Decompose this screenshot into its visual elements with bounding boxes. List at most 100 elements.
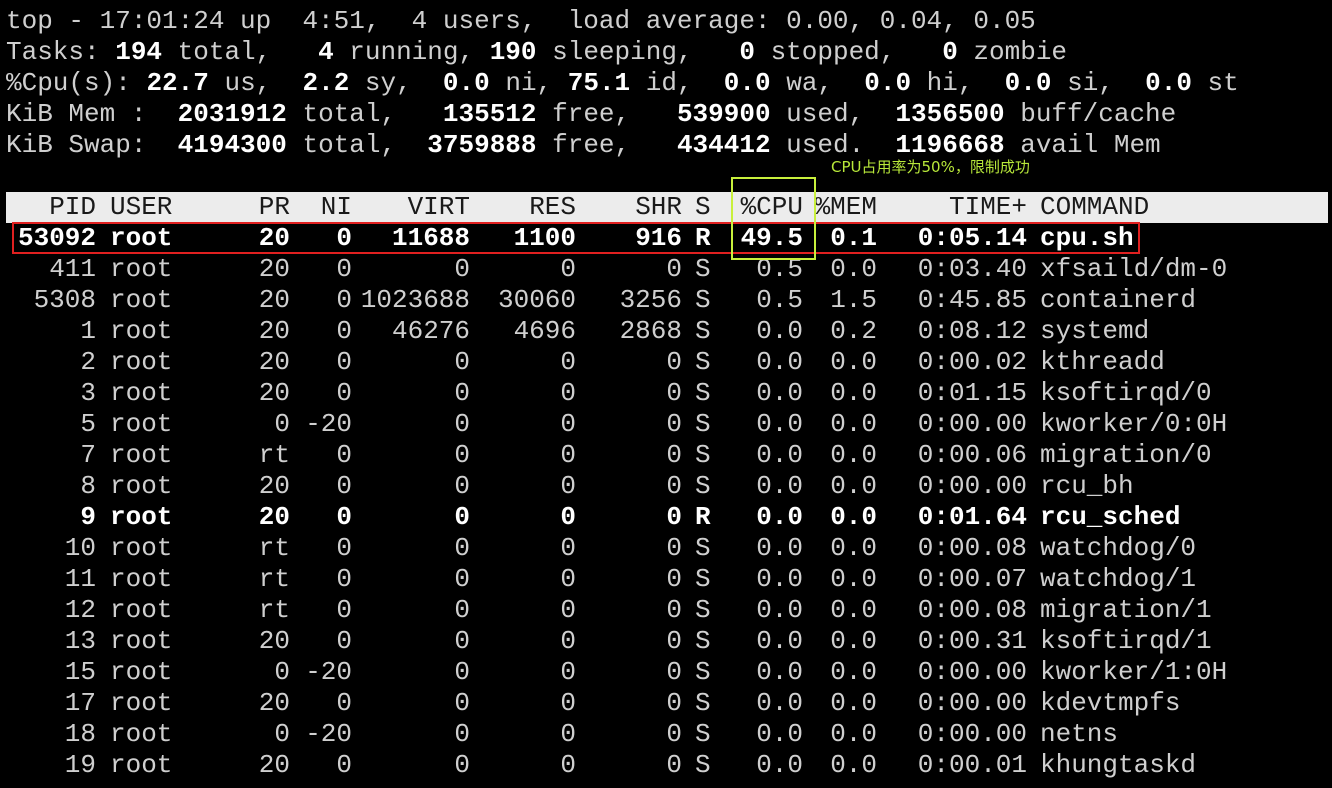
cell-shr: 0	[666, 471, 682, 501]
cell-user: root	[110, 471, 173, 501]
cell-virt: 0	[454, 626, 470, 656]
mem-text: buff/cache	[1004, 99, 1177, 129]
process-row[interactable]: 8 root 20 0 0 0 0 S 0.0 0.0 0:00.00 rcu_bh	[0, 471, 1332, 502]
cpu-text: si,	[1051, 68, 1146, 98]
cell-priority: 20	[258, 471, 290, 501]
col-shr[interactable]: SHR	[576, 192, 682, 223]
cell-command: rcu_sched	[1040, 502, 1181, 532]
cell-res: 0	[560, 378, 576, 408]
cell-shr: 0	[666, 440, 682, 470]
process-row[interactable]: 7 root rt 0 0 0 0 S 0.0 0.0 0:00.06 migration/0	[0, 440, 1332, 471]
cell-res: 4696	[513, 316, 576, 346]
process-row[interactable]: 411 root 20 0 0 0 0 S 0.5 0.0 0:03.40 xfsaild/dm-0	[0, 254, 1332, 285]
cell-nice: 0	[336, 595, 352, 625]
cell-user: root	[110, 347, 173, 377]
process-row[interactable]: 19 root 20 0 0 0 0 S 0.0 0.0 0:00.01 khungtaskd	[0, 750, 1332, 781]
cell-command: watchdog/1	[1040, 564, 1197, 594]
process-row[interactable]: 9 root 20 0 0 0 0 R 0.0 0.0 0:01.64 rcu_sched	[0, 502, 1332, 533]
cell-shr: 0	[666, 657, 682, 687]
cell-command: kworker/1:0H	[1040, 657, 1228, 687]
cell-user: root	[110, 719, 173, 749]
process-row[interactable]: 5 root 0 -20 0 0 0 S 0.0 0.0 0:00.00 kworker/0:0H	[0, 409, 1332, 440]
cell-time: 0:00.00	[917, 657, 1027, 687]
cell-pid: 11	[64, 564, 96, 594]
cell-res: 0	[560, 750, 576, 780]
cell-state: S	[695, 533, 711, 563]
cell-cpu: 0.0	[756, 595, 803, 625]
process-row[interactable]: 18 root 0 -20 0 0 0 S 0.0 0.0 0:00.00 netns	[0, 719, 1332, 750]
cell-user: root	[110, 378, 173, 408]
cell-virt: 0	[454, 409, 470, 439]
cell-priority: 20	[258, 254, 290, 284]
cell-shr: 0	[666, 409, 682, 439]
cell-user: root	[110, 285, 173, 315]
col-command[interactable]: COMMAND	[1040, 192, 1330, 223]
cell-state: S	[695, 316, 711, 346]
process-row[interactable]: 5308 root 20 0 1023688 30060 3256 S 0.5 1.5 0:45.8…	[0, 285, 1332, 316]
cell-pid: 2	[80, 347, 96, 377]
cell-command: containerd	[1040, 285, 1197, 315]
cpu-id: 75.1	[567, 68, 631, 98]
cell-time: 0:00.00	[917, 688, 1027, 718]
col-res[interactable]: RES	[470, 192, 576, 223]
cpu-annotation-note: CPU占用率为50%，限制成功	[831, 158, 1030, 176]
process-row[interactable]: 10 root rt 0 0 0 0 S 0.0 0.0 0:00.08 watchdog/0	[0, 533, 1332, 564]
cell-mem: 0.0	[830, 347, 877, 377]
uptime-line: top - 17:01:24 up 4:51, 4 users, load av…	[6, 6, 1036, 36]
col-state[interactable]: S	[695, 192, 725, 223]
cell-user: root	[110, 595, 173, 625]
cell-cpu: 0.0	[756, 440, 803, 470]
cell-nice: 0	[336, 502, 352, 532]
cell-state: R	[695, 502, 711, 532]
col-pid[interactable]: PID	[0, 192, 96, 223]
process-row[interactable]: 1 root 20 0 46276 4696 2868 S 0.0 0.2 0:08.12 syste…	[0, 316, 1332, 347]
tasks-total: 194	[115, 37, 163, 67]
cell-virt: 0	[454, 254, 470, 284]
col-ni[interactable]: NI	[290, 192, 352, 223]
cell-cpu: 0.0	[756, 626, 803, 656]
cpu-hi: 0.0	[864, 68, 912, 98]
cell-command: netns	[1040, 719, 1119, 749]
cpu-text: st	[1191, 68, 1239, 98]
col-time[interactable]: TIME+	[877, 192, 1027, 223]
cell-state: S	[695, 347, 711, 377]
cell-nice: 0	[336, 564, 352, 594]
process-row[interactable]: 17 root 20 0 0 0 0 S 0.0 0.0 0:00.00 kdevtmpfs	[0, 688, 1332, 719]
cell-command: khungtaskd	[1040, 750, 1197, 780]
cell-res: 0	[560, 502, 576, 532]
cell-shr: 3256	[619, 285, 682, 315]
cell-cpu: 0.0	[756, 502, 803, 532]
cell-shr: 0	[666, 595, 682, 625]
cell-command: systemd	[1040, 316, 1150, 346]
process-row[interactable]: 15 root 0 -20 0 0 0 S 0.0 0.0 0:00.00 kworker/1:0H	[0, 657, 1332, 688]
cell-state: S	[695, 750, 711, 780]
cell-cpu: 0.0	[756, 378, 803, 408]
cell-mem: 0.0	[830, 409, 877, 439]
swap-text: avail Mem	[1004, 130, 1161, 160]
col-user[interactable]: USER	[110, 192, 240, 223]
cpu-si: 0.0	[1004, 68, 1052, 98]
cell-user: root	[110, 440, 173, 470]
cell-priority: 20	[258, 316, 290, 346]
mem-buff: 1356500	[895, 99, 1005, 129]
cpu-text: sy,	[349, 68, 443, 98]
process-row[interactable]: 13 root 20 0 0 0 0 S 0.0 0.0 0:00.31 ksoftirqd/1	[0, 626, 1332, 657]
cell-shr: 0	[666, 688, 682, 718]
cell-res: 0	[560, 347, 576, 377]
cell-shr: 0	[666, 533, 682, 563]
cell-state: S	[695, 595, 711, 625]
cell-command: kthreadd	[1040, 347, 1165, 377]
col-virt[interactable]: VIRT	[352, 192, 470, 223]
process-row[interactable]: 3 root 20 0 0 0 0 S 0.0 0.0 0:01.15 ksoftirqd/0	[0, 378, 1332, 409]
cell-cpu: 0.0	[756, 409, 803, 439]
cell-command: migration/0	[1040, 440, 1212, 470]
process-row[interactable]: 12 root rt 0 0 0 0 S 0.0 0.0 0:00.08 migration/1	[0, 595, 1332, 626]
cell-shr: 0	[666, 719, 682, 749]
cell-shr: 0	[666, 502, 682, 532]
col-pr[interactable]: PR	[232, 192, 290, 223]
process-row[interactable]: 11 root rt 0 0 0 0 S 0.0 0.0 0:00.07 watchdog/1	[0, 564, 1332, 595]
process-row[interactable]: 2 root 20 0 0 0 0 S 0.0 0.0 0:00.02 kthreadd	[0, 347, 1332, 378]
cell-res: 0	[560, 254, 576, 284]
tasks-text: running,	[333, 37, 490, 67]
cell-nice: 0	[336, 440, 352, 470]
